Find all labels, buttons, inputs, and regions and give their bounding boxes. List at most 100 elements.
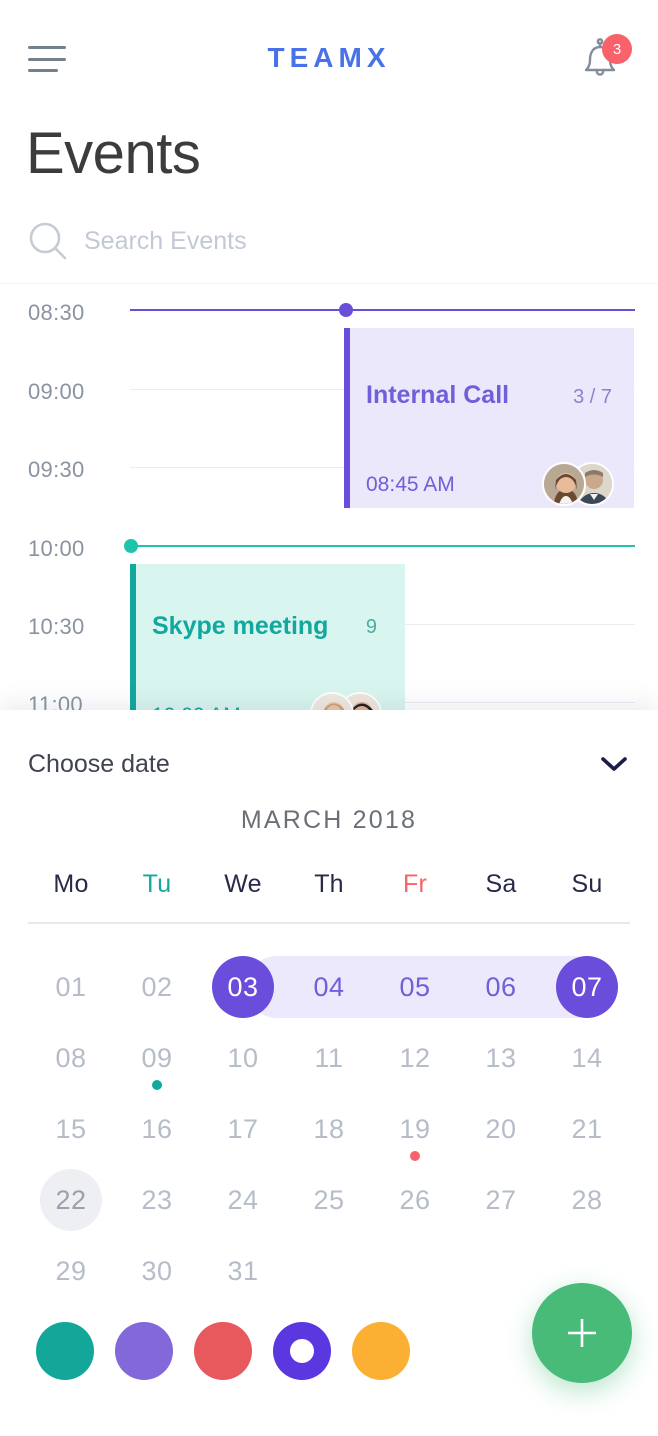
calendar-day[interactable]: 31: [200, 1226, 286, 1297]
day-number: [298, 1240, 360, 1302]
calendar-day-selected-start[interactable]: 03: [200, 942, 286, 1018]
day-number: [384, 1240, 446, 1302]
day-number: 27: [485, 1185, 517, 1215]
color-swatch-row[interactable]: [36, 1322, 410, 1380]
event-dot: [410, 1151, 420, 1161]
calendar-day[interactable]: 13: [458, 1013, 544, 1084]
notification-badge: 3: [602, 34, 632, 64]
calendar-week-row: 15 16 17 18 19 20 21: [28, 1084, 630, 1161]
event-accent-bar: [344, 328, 350, 508]
color-swatch-blue-violet-selected[interactable]: [273, 1322, 331, 1380]
calendar-day-empty: [458, 1226, 544, 1297]
plus-icon: [568, 1319, 596, 1347]
event-dot: [152, 1080, 162, 1090]
timeline-time-label: 08:30: [28, 300, 85, 325]
day-number: 21: [571, 1114, 603, 1144]
calendar-day[interactable]: 24: [200, 1155, 286, 1226]
notifications-button[interactable]: 3: [574, 34, 632, 86]
calendar-day-selected-end[interactable]: 07: [544, 942, 630, 1018]
calendar-day[interactable]: 21: [544, 1084, 630, 1155]
calendar-day[interactable]: 25: [286, 1155, 372, 1226]
calendar-day[interactable]: 18: [286, 1084, 372, 1155]
weekday-sa: Sa: [485, 870, 517, 898]
weekday-mo: Mo: [53, 870, 89, 898]
event-attendee-avatars[interactable]: [542, 462, 614, 506]
event-title: Internal Call: [366, 381, 510, 409]
calendar-divider: [28, 922, 630, 924]
day-number: 01: [55, 972, 87, 1002]
calendar-day[interactable]: 09: [114, 1013, 200, 1090]
calendar-day[interactable]: 05: [372, 942, 458, 1013]
color-swatch-amber[interactable]: [352, 1322, 410, 1380]
calendar-day[interactable]: 02: [114, 942, 200, 1013]
calendar-day[interactable]: 11: [286, 1013, 372, 1084]
day-number: 13: [485, 1043, 517, 1073]
day-number: 06: [485, 972, 517, 1002]
calendar-day[interactable]: 20: [458, 1084, 544, 1155]
day-number: 17: [227, 1114, 259, 1144]
calendar-day[interactable]: 06: [458, 942, 544, 1013]
day-number: 10: [227, 1043, 259, 1073]
calendar-week-row: 08 09 10 11 12 13 14: [28, 1013, 630, 1090]
calendar-day[interactable]: 01: [28, 942, 114, 1013]
search-icon: [29, 222, 67, 260]
app-logo: TEAMX: [267, 42, 391, 73]
timeline-time-label: 11:00: [28, 692, 83, 710]
color-swatch-red[interactable]: [194, 1322, 252, 1380]
weekday-tu: Tu: [142, 870, 172, 898]
day-number: 03: [227, 972, 259, 1002]
day-number: 20: [485, 1114, 517, 1144]
color-swatch-purple[interactable]: [115, 1322, 173, 1380]
calendar-day[interactable]: 08: [28, 1013, 114, 1084]
calendar-day[interactable]: 16: [114, 1084, 200, 1155]
timeline-marker-dot: [339, 303, 353, 317]
day-number: 08: [55, 1043, 87, 1073]
event-card-internal-call[interactable]: Internal Call 3 / 7 08:45 AM: [344, 328, 634, 508]
day-number: 26: [399, 1185, 431, 1215]
calendar-day[interactable]: 26: [372, 1155, 458, 1226]
calendar-week-row: 01 02 03 04 05 06 07: [28, 942, 630, 1018]
timeline-time-label: 10:30: [28, 614, 85, 639]
calendar-day-today[interactable]: 22: [28, 1155, 114, 1231]
event-title: Skype meeting: [152, 612, 329, 640]
month-label: MARCH 2018: [240, 806, 418, 834]
timeline-time-label: 10:00: [28, 536, 85, 561]
search-bar[interactable]: [26, 212, 632, 270]
calendar-day-empty: [372, 1226, 458, 1297]
day-number: 12: [399, 1043, 431, 1073]
calendar-day[interactable]: 17: [200, 1084, 286, 1155]
avatar: [542, 462, 586, 506]
calendar-day[interactable]: 29: [28, 1226, 114, 1297]
weekday-header-row: Mo Tu We Th Fr Sa Su: [28, 870, 630, 899]
sheet-header[interactable]: Choose date: [28, 742, 628, 786]
chevron-down-icon[interactable]: [600, 755, 628, 773]
day-number: 04: [313, 972, 345, 1002]
calendar[interactable]: Mo Tu We Th Fr Sa Su 01 02 03 04 05 06 0…: [28, 870, 630, 1286]
calendar-day[interactable]: 19: [372, 1084, 458, 1161]
search-input[interactable]: [84, 226, 604, 256]
day-number: [470, 1240, 532, 1302]
calendar-day[interactable]: 10: [200, 1013, 286, 1084]
color-swatch-teal[interactable]: [36, 1322, 94, 1380]
calendar-day[interactable]: 04: [286, 942, 372, 1013]
events-timeline[interactable]: 08:30 09:00 09:30 10:00 10:30 11:00 Inte…: [0, 284, 658, 710]
day-number: 24: [227, 1185, 259, 1215]
weekday-su: Su: [571, 870, 603, 898]
calendar-day[interactable]: 28: [544, 1155, 630, 1226]
event-attendee-avatars[interactable]: [310, 692, 382, 710]
day-number: 11: [314, 1043, 344, 1073]
event-card-skype-meeting[interactable]: Skype meeting 9 10:00 AM: [130, 564, 405, 710]
day-number: 31: [227, 1256, 259, 1286]
calendar-day[interactable]: 27: [458, 1155, 544, 1226]
day-number: 07: [571, 972, 603, 1002]
calendar-day[interactable]: 30: [114, 1226, 200, 1297]
calendar-day[interactable]: 23: [114, 1155, 200, 1226]
timeline-time-label: 09:30: [28, 457, 85, 482]
day-number: 25: [313, 1185, 345, 1215]
calendar-day[interactable]: 12: [372, 1013, 458, 1084]
calendar-day[interactable]: 15: [28, 1084, 114, 1155]
event-attendee-count: 9: [365, 616, 377, 638]
day-number: 22: [55, 1185, 87, 1215]
calendar-day[interactable]: 14: [544, 1013, 630, 1084]
day-number: 18: [313, 1114, 345, 1144]
